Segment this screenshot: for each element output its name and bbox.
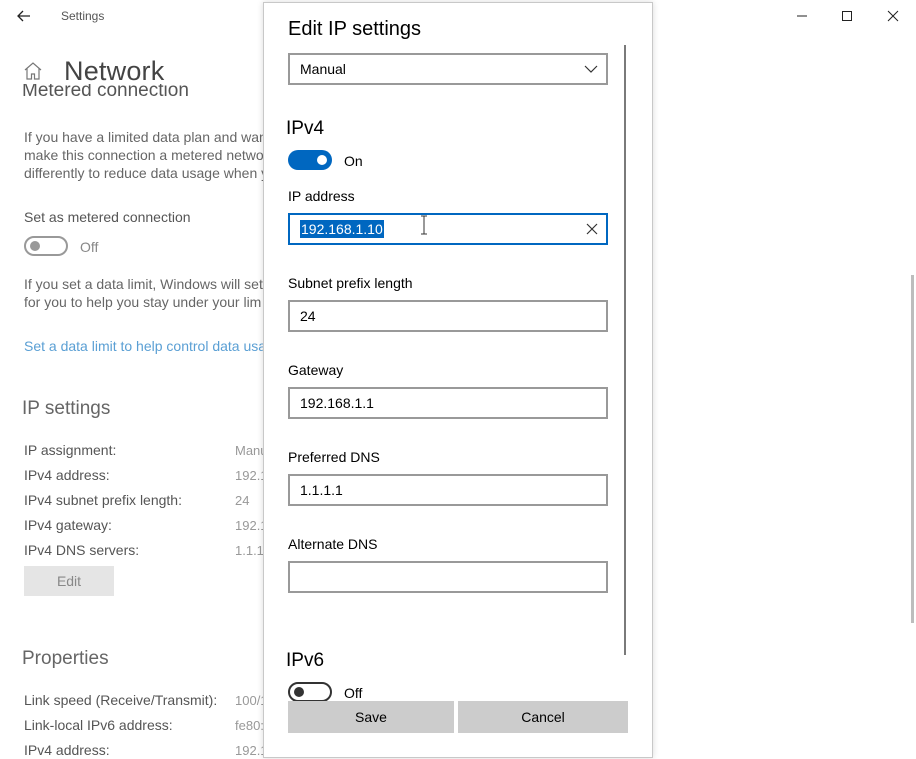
page-title: Network [64, 56, 165, 86]
preferred-dns-value: 1.1.1.1 [300, 482, 343, 498]
ip-assignment-label: IP assignment: [24, 442, 117, 458]
ipv4-dns-value: 1.1.1.1 [235, 543, 263, 558]
ip-settings-heading: IP settings [22, 398, 111, 419]
data-limit-paragraph-line-1: If you set a data limit, Windows will se… [24, 276, 263, 292]
ipv4-heading: IPv4 [286, 118, 325, 139]
ip-address-value: 192.168.1.10 [300, 220, 384, 238]
ipv4-gateway-label: IPv4 gateway: [24, 517, 112, 533]
save-button[interactable]: Save [288, 701, 454, 733]
window-scrollbar[interactable] [911, 275, 914, 623]
metered-paragraph-line-3: differently to reduce data usage when y [24, 165, 264, 181]
close-icon [887, 10, 899, 22]
ipv4-address-value: 192.1 [235, 468, 263, 483]
preferred-dns-input[interactable]: 1.1.1.1 [288, 474, 608, 506]
data-limit-link[interactable]: Set a data limit to help control data us… [24, 338, 264, 354]
metered-connection-heading: Metered connection [22, 84, 189, 101]
metered-toggle[interactable] [24, 236, 68, 256]
prop-ipv4-address-value: 192.1 [235, 743, 263, 758]
set-metered-label: Set as metered connection [24, 209, 191, 225]
edit-ip-settings-dialog: Edit IP settings Manual IPv4 On IP addre… [263, 2, 653, 758]
metered-paragraph-line-1: If you have a limited data plan and wan [24, 129, 264, 145]
dialog-title: Edit IP settings [288, 18, 422, 40]
back-arrow-icon [17, 10, 30, 22]
metered-paragraph-line-2: make this connection a metered netwo [24, 147, 264, 163]
subnet-label: Subnet prefix length [288, 275, 413, 291]
metered-toggle-state: Off [80, 239, 99, 255]
maximize-button[interactable] [835, 4, 859, 28]
preferred-dns-label: Preferred DNS [288, 449, 380, 465]
ip-mode-select[interactable]: Manual [288, 53, 608, 85]
subnet-value: 24 [300, 308, 316, 324]
ipv6-toggle[interactable] [288, 682, 332, 702]
chevron-down-icon [584, 65, 598, 73]
edit-ip-button[interactable]: Edit [24, 566, 114, 596]
gateway-label: Gateway [288, 362, 344, 378]
ip-address-input[interactable]: 192.168.1.10 [288, 213, 608, 245]
text-cursor-icon [421, 215, 427, 235]
minimize-icon [797, 15, 807, 17]
subnet-input[interactable]: 24 [288, 300, 608, 332]
ip-address-label: IP address [288, 188, 355, 204]
ipv6-heading: IPv6 [286, 650, 325, 671]
app-title: Settings [61, 9, 105, 23]
data-limit-paragraph-line-2: for you to help you stay under your lim [24, 294, 262, 310]
ip-mode-select-value: Manual [300, 61, 346, 77]
ip-assignment-value: Manu [235, 443, 263, 458]
ipv4-toggle-state: On [344, 153, 363, 169]
maximize-icon [842, 11, 852, 21]
ipv4-dns-label: IPv4 DNS servers: [24, 542, 140, 558]
prop-ipv4-address-label: IPv4 address: [24, 742, 110, 758]
alternate-dns-input[interactable] [288, 561, 608, 593]
close-window-button[interactable] [881, 4, 905, 28]
link-local-ipv6-value: fe80: [235, 718, 263, 733]
link-speed-label: Link speed (Receive/Transmit): [24, 692, 218, 708]
gateway-input[interactable]: 192.168.1.1 [288, 387, 608, 419]
clear-icon[interactable] [586, 223, 598, 235]
ipv4-toggle[interactable] [288, 150, 332, 170]
ipv4-gateway-value: 192.1 [235, 518, 263, 533]
dialog-scrollbar[interactable] [624, 45, 626, 655]
alternate-dns-label: Alternate DNS [288, 536, 378, 552]
link-local-ipv6-label: Link-local IPv6 address: [24, 717, 173, 733]
ipv4-prefix-value: 24 [235, 493, 250, 508]
cancel-button[interactable]: Cancel [458, 701, 628, 733]
ipv4-prefix-label: IPv4 subnet prefix length: [24, 492, 182, 508]
home-icon[interactable] [22, 60, 46, 84]
ipv4-address-label: IPv4 address: [24, 467, 110, 483]
back-button[interactable] [10, 4, 38, 28]
link-speed-value: 100/1 [235, 693, 263, 708]
minimize-button[interactable] [790, 4, 814, 28]
properties-heading: Properties [22, 648, 109, 669]
ipv6-toggle-state: Off [344, 685, 363, 701]
gateway-value: 192.168.1.1 [300, 395, 374, 411]
